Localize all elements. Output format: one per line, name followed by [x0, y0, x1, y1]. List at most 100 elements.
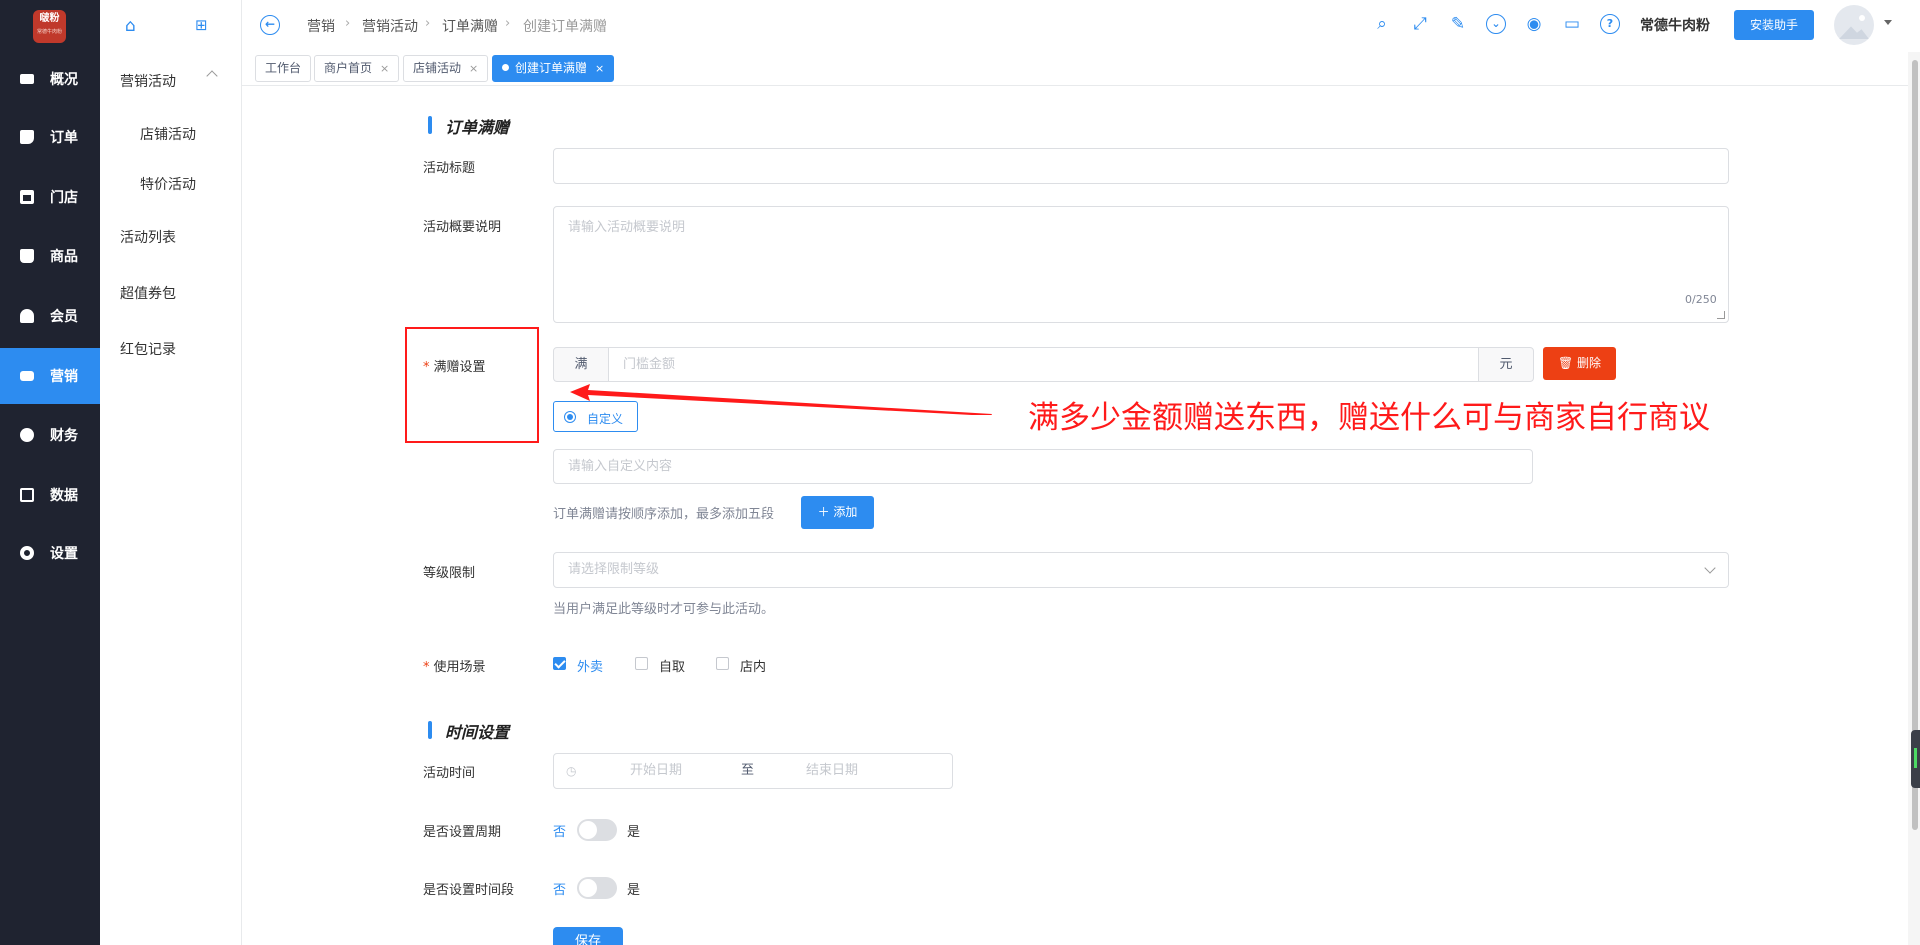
nav-item-settings[interactable]: 设置 [0, 525, 100, 581]
monitor-icon[interactable]: ▭ [1562, 14, 1582, 34]
time-period-switch[interactable] [577, 877, 617, 899]
start-date-placeholder[interactable]: 开始日期 [630, 754, 682, 788]
scrollbar-thumb[interactable] [1912, 60, 1918, 830]
close-icon[interactable]: × [469, 62, 478, 75]
chevron-down-icon [1704, 562, 1716, 574]
section-title-time: 时间设置 [445, 723, 510, 742]
nav-label: 设置 [50, 546, 78, 562]
nav-item-data[interactable]: 数据 [0, 467, 100, 523]
nav-label: 财务 [50, 428, 78, 444]
close-icon[interactable]: × [595, 62, 604, 75]
avatar[interactable] [1834, 5, 1874, 45]
nav-item-members[interactable]: 会员 [0, 288, 100, 344]
gift-suffix-addon: 元 [1478, 347, 1534, 382]
main-sidebar: 啵粉 常德牛肉粉 概况 订单 门店 商品 会员 营销 财务 数据 设置 [0, 0, 100, 945]
char-counter: 0/250 [1685, 293, 1717, 306]
nav-item-stores[interactable]: 门店 [0, 169, 100, 225]
subnav-item-coupon-pack[interactable]: 超值券包 [120, 283, 176, 303]
custom-placeholder: 请输入自定义内容 [568, 459, 673, 474]
caret-down-icon[interactable] [1884, 20, 1892, 25]
breadcrumb-item[interactable]: 营销 [307, 16, 335, 36]
subnav-item-store-activity[interactable]: 店铺活动 [140, 124, 196, 144]
tab-label: 商户首页 [324, 61, 373, 75]
nav-item-orders[interactable]: 订单 [0, 109, 100, 165]
date-range-picker[interactable]: ◷ 开始日期 至 结束日期 [553, 753, 953, 789]
usage-scene-label: * 使用场景 [423, 660, 486, 675]
annotation-arrow-icon [570, 384, 992, 415]
level-hint: 当用户满足此等级时才可参与此活动。 [553, 602, 775, 617]
nav-label: 会员 [50, 309, 78, 325]
tab-label: 创建订单满赠 [515, 61, 588, 75]
custom-content-input[interactable]: 请输入自定义内容 [553, 449, 1533, 484]
section-title-order-gift: 订单满赠 [445, 118, 510, 137]
nav-item-overview[interactable]: 概况 [0, 51, 100, 107]
cycle-switch[interactable] [577, 819, 617, 841]
desc-placeholder: 请输入活动概要说明 [568, 220, 686, 235]
breadcrumb-item[interactable]: 订单满赠 [442, 16, 498, 36]
nav-item-goods[interactable]: 商品 [0, 228, 100, 284]
brush-icon[interactable]: ✎ [1448, 14, 1468, 34]
goods-icon [20, 249, 34, 263]
subnav-item-special-price[interactable]: 特价活动 [140, 174, 196, 194]
marketing-icon [20, 371, 34, 381]
nav-label: 营销 [50, 369, 78, 385]
subnav-item-red-packet[interactable]: 红包记录 [120, 339, 176, 359]
switch-off-text: 否 [553, 825, 567, 840]
activity-desc-textarea[interactable]: 请输入活动概要说明 [553, 206, 1729, 323]
tab-store-activity[interactable]: 店铺活动 × [403, 55, 489, 82]
nav-label: 商品 [50, 249, 78, 265]
data-icon [20, 488, 34, 502]
breadcrumb-separator-icon: › [345, 16, 351, 31]
back-arrow-icon[interactable]: ← [260, 15, 280, 35]
trash-icon: 🗑 [1557, 356, 1578, 370]
switch-off-text: 否 [553, 883, 567, 898]
home-icon[interactable]: ⌂ [125, 16, 136, 36]
plus-icon: ＋ [817, 505, 834, 519]
add-hint: 订单满赠请按顺序添加，最多添加五段 [553, 507, 775, 522]
resize-handle-icon[interactable] [1717, 311, 1725, 319]
nav-label: 数据 [50, 488, 78, 504]
date-range-to: 至 [741, 763, 755, 778]
nav-item-marketing[interactable]: 营销 [0, 348, 100, 404]
delete-button[interactable]: 🗑 删除 [1543, 347, 1616, 380]
top-header: ← 营销 › 营销活动 › 订单满赠 › 创建订单满赠 ⌕ ⤢ ✎ ⌄ ◉ ▭ … [242, 0, 1920, 52]
tab-workbench[interactable]: 工作台 [255, 55, 312, 82]
threshold-amount-input[interactable]: 门槛金额 [608, 347, 1479, 382]
checkbox-pickup[interactable] [635, 657, 648, 670]
shop-name: 常德牛肉粉 [1640, 18, 1710, 34]
checkbox-dine-in[interactable] [716, 657, 729, 670]
fullscreen-icon[interactable]: ⤢ [1410, 14, 1430, 34]
end-date-placeholder[interactable]: 结束日期 [806, 754, 858, 788]
activity-title-input[interactable] [553, 148, 1729, 184]
level-limit-select[interactable]: 请选择限制等级 [553, 552, 1729, 588]
nav-label: 概况 [50, 72, 78, 88]
activity-title-label: 活动标题 [423, 161, 476, 176]
app-logo[interactable]: 啵粉 常德牛肉粉 [33, 10, 66, 43]
side-drawer-handle[interactable] [1911, 730, 1920, 788]
search-icon[interactable]: ⌕ [1372, 14, 1392, 34]
annotation-text: 满多少金额赠送东西，赠送什么可与商家自行商议 [1028, 400, 1710, 436]
nav-item-finance[interactable]: 财务 [0, 407, 100, 463]
checkbox-pickup-label[interactable]: 自取 [659, 656, 685, 675]
active-dot-icon [502, 64, 509, 71]
switch-on-text: 是 [627, 825, 641, 840]
logo-text: 啵粉 [39, 13, 60, 24]
install-assistant-button[interactable]: 安装助手 [1734, 10, 1814, 40]
add-button[interactable]: ＋ 添加 [801, 496, 874, 529]
tab-create-order-gift[interactable]: 创建订单满赠 × [492, 55, 615, 82]
checkbox-delivery[interactable] [553, 657, 566, 670]
activity-time-label: 活动时间 [423, 766, 476, 781]
apps-icon[interactable]: ⊞ [195, 16, 208, 34]
save-button[interactable]: 保存 [553, 927, 623, 945]
subnav-group-marketing[interactable]: 营销活动 [120, 71, 176, 91]
close-icon[interactable]: × [380, 62, 389, 75]
eye-icon[interactable]: ◉ [1524, 14, 1544, 34]
subnav-item-activity-list[interactable]: 活动列表 [120, 227, 176, 247]
breadcrumb-item[interactable]: 营销活动 [362, 16, 418, 36]
help-icon[interactable]: ? [1600, 14, 1620, 34]
tab-merchant-home[interactable]: 商户首页 × [314, 55, 400, 82]
nav-label: 门店 [50, 190, 78, 206]
checkbox-delivery-label[interactable]: 外卖 [577, 656, 603, 675]
chevron-down-circle-icon[interactable]: ⌄ [1486, 14, 1506, 34]
checkbox-dine-in-label[interactable]: 店内 [740, 656, 766, 675]
